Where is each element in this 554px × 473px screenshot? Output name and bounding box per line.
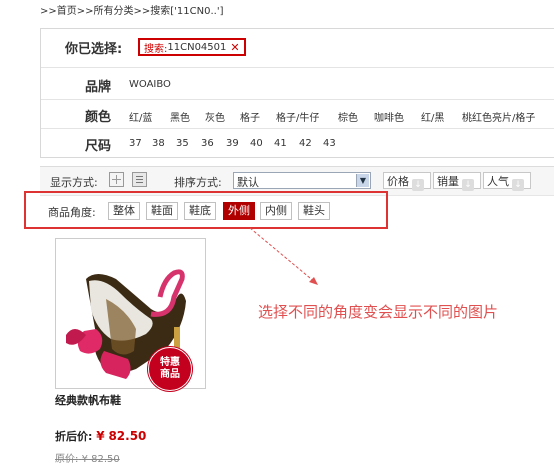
annotation-text: 选择不同的角度变会显示不同的图片 [258,303,499,321]
annotation-arrow [249,227,318,285]
